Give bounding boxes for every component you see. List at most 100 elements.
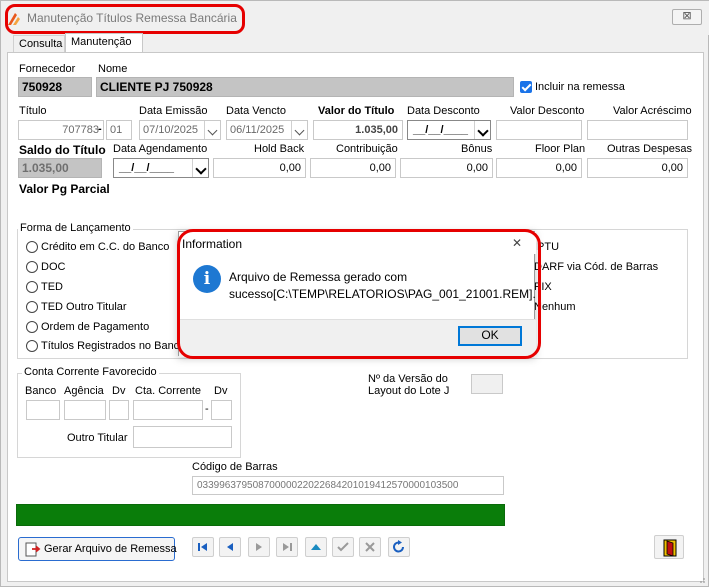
bonus-label: Bônus	[461, 143, 493, 155]
data-vencto-value: 06/11/2025	[230, 124, 285, 136]
valor-titulo-value: 1.035,00	[355, 124, 398, 136]
agencia-field[interactable]	[64, 400, 106, 420]
tab-consulta[interactable]: Consulta	[13, 35, 65, 52]
saldo-titulo-field[interactable]: 1.035,00	[18, 158, 102, 178]
last-record-button[interactable]	[276, 537, 298, 557]
fornecedor-field[interactable]: 750928	[18, 77, 92, 97]
conta-corrente-title: Conta Corrente Favorecido	[22, 366, 159, 378]
codigo-barras-field[interactable]: 0339963795087000002202268420101941257000…	[192, 476, 504, 495]
exit-button[interactable]	[654, 535, 684, 559]
valor-titulo-field[interactable]: 1.035,00	[313, 120, 403, 140]
agencia-label: Agência	[64, 385, 104, 397]
contribuicao-label: Contribuição	[336, 143, 398, 155]
outras-despesas-value: 0,00	[661, 162, 683, 174]
nome-field[interactable]: CLIENTE PJ 750928	[96, 77, 514, 97]
titulo-parcela-value: 01	[110, 124, 123, 136]
cancel-record-button[interactable]	[359, 537, 381, 557]
dialog-highlight	[177, 229, 541, 359]
data-desconto-field[interactable]: __/__/____	[407, 120, 491, 140]
prior-record-button[interactable]	[219, 537, 241, 557]
titulo-number-value: 707783	[62, 124, 99, 136]
radio-ted[interactable]	[26, 281, 38, 293]
outras-despesas-field[interactable]: 0,00	[587, 158, 688, 178]
fornecedor-label: Fornecedor	[19, 63, 76, 75]
data-emissao-label: Data Emissão	[139, 105, 208, 117]
chevron-down-icon[interactable]	[474, 121, 490, 139]
radio-titulos-registrados[interactable]	[26, 340, 38, 352]
gerar-arquivo-remessa-label: Gerar Arquivo de Remessa	[44, 543, 177, 555]
first-record-button[interactable]	[192, 537, 214, 557]
radio-doc[interactable]	[26, 261, 38, 273]
gerar-arquivo-remessa-button[interactable]: Gerar Arquivo de Remessa	[18, 537, 177, 561]
data-desconto-label: Data Desconto	[407, 105, 480, 117]
chevron-down-icon[interactable]	[192, 159, 208, 177]
data-agendamento-label: Data Agendamento	[113, 143, 208, 155]
valor-titulo-label: Valor do Título	[318, 105, 395, 117]
arrow-up-icon	[311, 544, 321, 550]
data-agendamento-field[interactable]: __/__/____	[113, 158, 209, 178]
versao-layout-field[interactable]	[471, 374, 503, 394]
bonus-field[interactable]: 0,00	[400, 158, 493, 178]
saldo-titulo-label: Saldo do Título	[19, 143, 106, 157]
refresh-record-button[interactable]	[388, 537, 410, 557]
export-file-icon	[25, 542, 41, 557]
cta-corrente-field[interactable]	[133, 400, 203, 420]
refresh-icon	[393, 540, 404, 553]
title-bar: Manutenção Títulos Remessa Bancária ⊠	[1, 1, 709, 35]
data-emissao-field[interactable]: 07/10/2025	[139, 120, 221, 140]
insert-record-button[interactable]	[305, 537, 327, 557]
banco-field[interactable]	[26, 400, 60, 420]
radio-ted-outro-titular[interactable]	[26, 301, 38, 313]
next-record-button[interactable]	[248, 537, 270, 557]
progress-bar	[16, 504, 505, 526]
data-vencto-field[interactable]: 06/11/2025	[226, 120, 308, 140]
radio-ordem-pagamento[interactable]	[26, 321, 38, 333]
tab-consulta-label: Consulta	[19, 38, 63, 50]
bonus-value: 0,00	[466, 162, 488, 174]
incluir-remessa-label: Incluir na remessa	[535, 81, 625, 93]
data-vencto-label: Data Vencto	[226, 105, 286, 117]
valor-pg-parcial-label: Valor Pg Parcial	[19, 182, 110, 196]
nome-value: CLIENTE PJ 750928	[100, 80, 213, 94]
hold-back-field[interactable]: 0,00	[213, 158, 306, 178]
hold-back-value: 0,00	[279, 162, 301, 174]
dv2-field[interactable]	[211, 400, 232, 420]
tab-manutencao[interactable]: Manutenção	[65, 33, 143, 52]
outro-titular-field[interactable]	[133, 426, 232, 448]
valor-acrescimo-field[interactable]	[587, 120, 688, 140]
radio-credito-cc[interactable]	[26, 241, 38, 253]
arrow-right-icon	[256, 543, 262, 551]
floor-plan-value: 0,00	[555, 162, 577, 174]
radio-darf-label[interactable]: DARF via Cód. de Barras	[534, 261, 658, 273]
door-exit-icon	[663, 539, 677, 557]
outras-despesas-label: Outras Despesas	[607, 143, 692, 155]
radio-ted-outro-titular-label: TED Outro Titular	[41, 301, 127, 313]
titulo-number-field[interactable]: 707783	[18, 120, 104, 140]
fornecedor-value: 750928	[22, 80, 63, 94]
radio-doc-label: DOC	[41, 261, 66, 273]
chevron-down-icon[interactable]	[204, 121, 220, 139]
window-close-button[interactable]: ⊠	[672, 9, 702, 25]
titulo-parcela-field[interactable]: 01	[106, 120, 132, 140]
dv-field[interactable]	[109, 400, 129, 420]
floor-plan-field[interactable]: 0,00	[496, 158, 582, 178]
valor-desconto-field[interactable]	[496, 120, 582, 140]
post-record-button[interactable]	[332, 537, 354, 557]
radio-credito-cc-label: Crédito em C.C. do Banco	[41, 241, 170, 253]
contribuicao-field[interactable]: 0,00	[310, 158, 396, 178]
data-agendamento-value: __/__/____	[119, 162, 175, 174]
resize-grip-icon[interactable]	[696, 574, 706, 584]
close-icon: ⊠	[682, 10, 692, 22]
nome-label: Nome	[98, 63, 128, 75]
arrow-left-icon	[227, 543, 233, 551]
check-icon	[337, 542, 349, 552]
saldo-titulo-value: 1.035,00	[22, 161, 69, 175]
incluir-remessa-checkbox[interactable]	[520, 81, 532, 93]
codigo-barras-label: Código de Barras	[192, 461, 278, 473]
chevron-down-icon[interactable]	[291, 121, 307, 139]
valor-acrescimo-label: Valor Acréscimo	[613, 105, 692, 117]
hold-back-label: Hold Back	[254, 143, 305, 155]
data-emissao-value: 07/10/2025	[143, 124, 199, 136]
radio-titulos-registrados-label: Títulos Registrados no Banco	[41, 340, 186, 352]
skip-last-icon	[283, 543, 292, 551]
